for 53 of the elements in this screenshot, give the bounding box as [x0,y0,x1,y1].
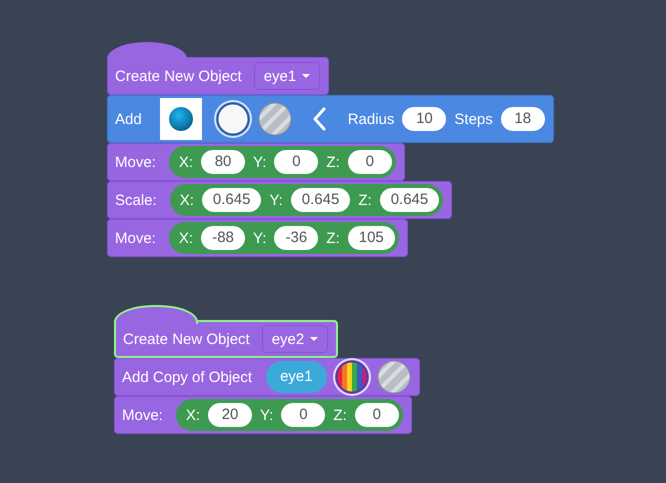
axis-label: Z: [326,154,340,170]
block-label: Create New Object [123,330,250,348]
axis-label: Y: [253,154,266,170]
axis-label: Y: [260,406,274,424]
material-swatch[interactable] [258,102,292,136]
number-field[interactable]: 0.645 [202,188,262,212]
number-field[interactable]: 18 [500,107,545,131]
material-swatch[interactable] [376,360,411,394]
block-label: Add Copy of Object [122,368,252,386]
axis-label: X: [178,230,194,246]
number-field[interactable]: -36 [274,226,318,250]
axis-label: Z: [333,406,347,424]
block-label: Scale: [115,192,157,208]
caret-icon [302,74,310,78]
block-label: Move: [122,406,163,424]
field-label: Radius [348,110,394,128]
code-block[interactable]: Add Copy of Object eye1 [114,358,420,396]
axis-label: X: [180,192,194,208]
chevron-left-icon[interactable] [312,107,328,131]
axis-label: Y: [253,230,266,246]
axis-label: Z: [358,192,372,208]
code-block[interactable]: Move: X: -88 Y: -36 Z: 105 [107,219,408,257]
code-block[interactable]: Scale: X: 0.645 Y: 0.645 Z: 0.645 [107,181,452,219]
object-dropdown[interactable]: eye2 [262,325,328,353]
axis-label: Y: [269,192,283,208]
field-label: Steps [454,110,493,128]
block-label: Move: [115,230,156,246]
axis-label: Z: [326,230,340,246]
number-field[interactable]: 0 [281,403,326,427]
block-label: Create New Object [115,68,242,84]
number-field[interactable]: 20 [208,403,252,427]
block-label: Add [115,110,142,128]
number-field[interactable]: 0 [274,150,318,174]
object-dropdown[interactable]: eye1 [254,62,320,90]
code-block[interactable]: Move: X: 20 Y: 0 Z: 0 [114,396,412,434]
shape-preview[interactable] [160,98,202,140]
number-field[interactable]: 10 [402,107,446,131]
number-field[interactable]: 0.645 [380,188,440,212]
number-field[interactable]: 0.645 [290,188,350,212]
number-field[interactable]: 80 [201,150,246,174]
sphere-icon [168,107,193,131]
number-field[interactable]: 0 [348,150,392,174]
number-field[interactable]: 105 [348,226,395,250]
axis-label: X: [178,154,194,170]
caret-icon [310,337,318,341]
number-field[interactable]: -88 [201,226,246,250]
material-swatch[interactable] [334,360,369,394]
block-label: Move: [115,154,156,170]
number-field[interactable]: 0 [354,403,399,427]
axis-label: X: [186,406,200,424]
code-block[interactable]: Move: X: 80 Y: 0 Z: 0 [107,143,405,181]
material-swatch[interactable] [216,102,250,136]
code-block[interactable]: Add Radius 10 Steps 18 [107,95,554,143]
